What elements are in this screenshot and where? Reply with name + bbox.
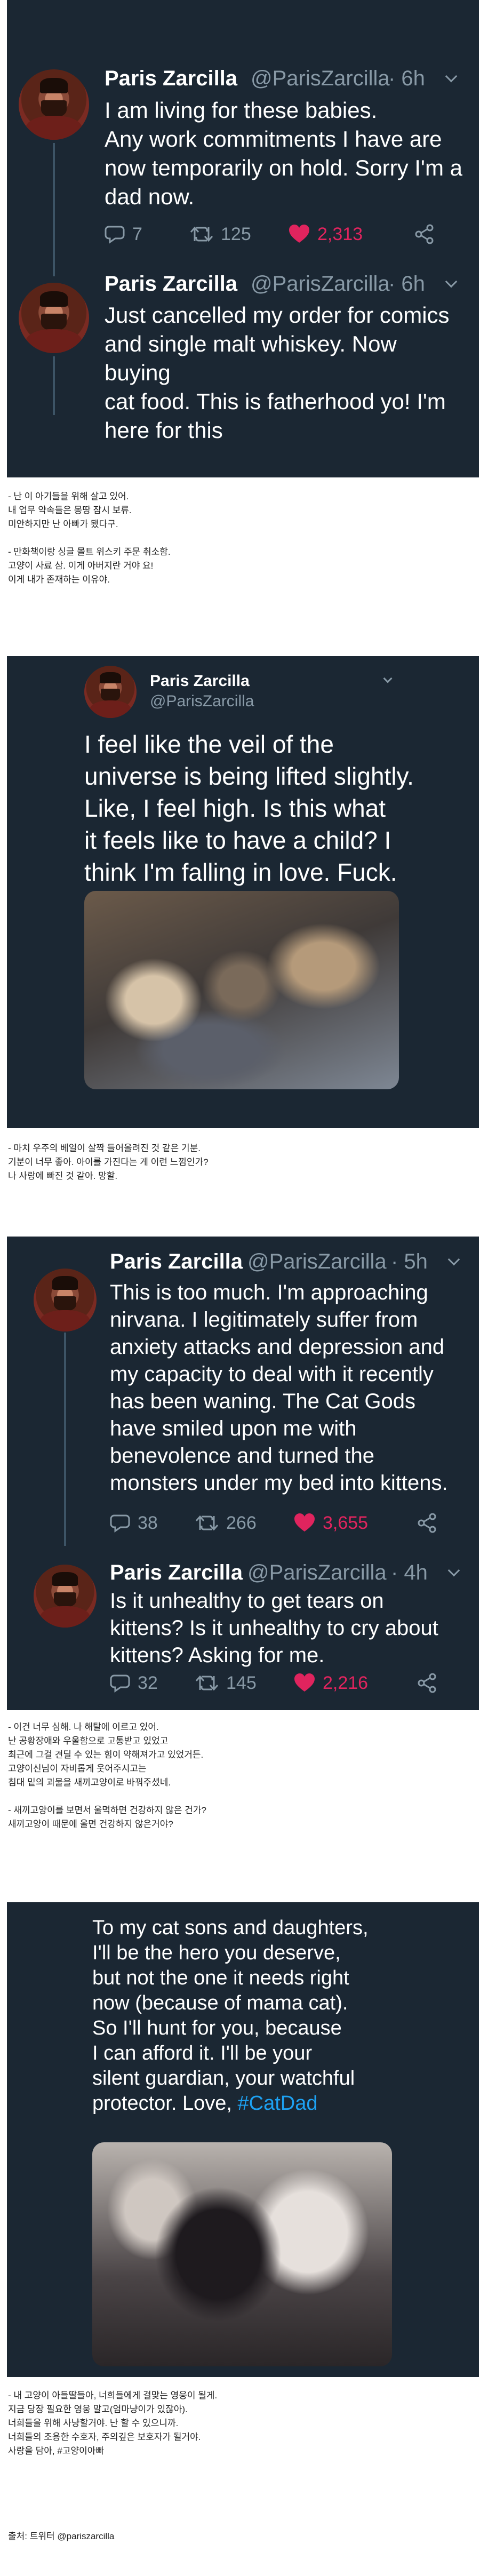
author-name[interactable]: Paris Zarcilla (110, 1250, 243, 1274)
avatar[interactable] (34, 1269, 97, 1331)
thread-line (53, 143, 55, 276)
like-button[interactable]: 3,655 (294, 1510, 368, 1536)
tweet-text: I am living for these babies. Any work c… (105, 98, 462, 209)
translation-caption: - 이건 너무 심해. 나 해탈에 이르고 있어. 난 공황장애와 우울함으로 … (8, 1722, 206, 1829)
share-icon (418, 1513, 436, 1533)
like-count: 3,655 (323, 1512, 369, 1533)
retweet-count: 266 (226, 1512, 257, 1533)
reply-count: 38 (138, 1512, 158, 1533)
tweet-time[interactable]: · 6h (388, 272, 425, 296)
heart-icon (289, 225, 309, 243)
reply-icon (110, 1674, 130, 1693)
author-handle[interactable]: @ParisZarcilla (251, 272, 390, 296)
tweet-text: Just cancelled my order for comics and s… (105, 302, 450, 443)
author-handle[interactable]: @ParisZarcilla (251, 67, 390, 91)
retweet-icon (195, 1675, 219, 1691)
heart-icon (294, 1673, 315, 1692)
tweet-block-4: To my cat sons and daughters, I'll be th… (7, 1902, 479, 2377)
avatar[interactable] (19, 283, 89, 353)
like-button[interactable]: 2,216 (294, 1670, 368, 1696)
like-count: 2,313 (317, 224, 363, 244)
retweet-count: 125 (221, 224, 251, 244)
tweet-body: To my cat sons and daughters, I'll be th… (92, 1917, 369, 2115)
reply-button[interactable]: 32 (110, 1670, 158, 1696)
like-button[interactable]: 2,313 (289, 221, 363, 248)
chevron-down-icon[interactable] (447, 1564, 460, 1577)
reply-count: 32 (138, 1672, 158, 1693)
avatar[interactable] (34, 1565, 97, 1628)
retweet-icon (190, 226, 213, 242)
chevron-down-icon[interactable] (445, 275, 458, 288)
chevron-down-icon[interactable] (445, 70, 458, 83)
share-icon (415, 224, 434, 244)
tweet-actions: 7 125 2,313 (105, 221, 451, 248)
tweet-block-3: Paris Zarcilla @ParisZarcilla · 5h This … (7, 1237, 479, 1710)
like-count: 2,216 (323, 1672, 369, 1693)
tweet-actions: 38 266 3,655 (110, 1510, 451, 1536)
author-handle[interactable]: @ParisZarcilla (247, 1250, 387, 1274)
translation-caption: - 난 이 아기들을 위해 살고 있어. 내 업무 약속들은 몽땅 잠시 보류.… (8, 491, 171, 585)
retweet-button[interactable]: 145 (195, 1670, 257, 1696)
reply-icon (105, 226, 125, 244)
tweet-time[interactable]: · 6h (388, 67, 425, 91)
retweet-icon (195, 1515, 219, 1531)
author-handle[interactable]: @ParisZarcilla (150, 692, 254, 711)
author-handle[interactable]: @ParisZarcilla (247, 1561, 387, 1585)
author-name[interactable]: Paris Zarcilla (105, 67, 237, 91)
reply-icon (110, 1514, 130, 1533)
author-name[interactable]: Paris Zarcilla (150, 672, 250, 690)
thread-line (53, 356, 55, 415)
retweet-button[interactable]: 125 (190, 221, 251, 248)
share-icon (418, 1673, 436, 1693)
tweet-block-1: Paris Zarcilla @ParisZarcilla · 6h I am … (7, 0, 479, 477)
share-button[interactable] (414, 221, 435, 248)
share-button[interactable] (417, 1670, 438, 1696)
avatar[interactable] (19, 69, 89, 140)
chevron-down-icon[interactable] (447, 1253, 460, 1266)
tweet-text: Is it unhealthy to get tears on kittens?… (110, 1589, 438, 1667)
translation-caption: - 내 고양이 아들딸들아, 너희들에게 걸맞는 영웅이 될게. 지금 당장 필… (8, 2390, 218, 2456)
avatar[interactable] (84, 666, 137, 718)
tweet[interactable]: Paris Zarcilla @ParisZarcilla · 5h This … (7, 1237, 479, 1557)
tweet-block-2: Paris Zarcilla @ParisZarcilla I feel lik… (7, 656, 479, 1128)
share-button[interactable] (417, 1510, 438, 1536)
tweet-text: I feel like the veil of the universe is … (84, 730, 414, 886)
tweet-text: This is too much. I'm approaching nirvan… (110, 1281, 448, 1495)
translation-caption: - 마치 우주의 베일이 살짝 들어올려진 것 같은 기분. 기분이 너무 좋아… (8, 1143, 209, 1181)
tweet[interactable]: Paris Zarcilla @ParisZarcilla I feel lik… (7, 656, 479, 1128)
tweet-actions: 32 145 2,216 (110, 1670, 451, 1696)
reply-count: 7 (132, 224, 142, 244)
tweet[interactable]: Paris Zarcilla @ParisZarcilla · 6h Just … (7, 261, 479, 443)
kitten-photo[interactable] (92, 2142, 392, 2366)
heart-icon (294, 1513, 315, 1532)
thread-line (64, 1333, 66, 1546)
reply-button[interactable]: 38 (110, 1510, 158, 1536)
source-credit: 출처: 트위터 @pariszarcilla (8, 2531, 115, 2541)
author-name[interactable]: Paris Zarcilla (110, 1561, 243, 1585)
tweet-time[interactable]: · 5h (391, 1250, 428, 1274)
retweet-count: 145 (226, 1672, 257, 1693)
hashtag-link[interactable]: #CatDad (238, 2092, 318, 2115)
chevron-down-icon[interactable] (383, 674, 393, 683)
tweet-text: To my cat sons and daughters, I'll be th… (92, 1916, 434, 2116)
kitten-photo[interactable] (84, 891, 399, 1089)
reply-button[interactable]: 7 (105, 221, 142, 248)
tweet[interactable]: Paris Zarcilla @ParisZarcilla · 4h Is it… (7, 1551, 479, 1710)
tweet[interactable]: Paris Zarcilla @ParisZarcilla · 6h I am … (7, 0, 479, 276)
tweet[interactable]: To my cat sons and daughters, I'll be th… (7, 1902, 479, 2377)
author-name[interactable]: Paris Zarcilla (105, 272, 237, 296)
tweet-time[interactable]: · 4h (391, 1561, 428, 1585)
retweet-button[interactable]: 266 (195, 1510, 257, 1536)
